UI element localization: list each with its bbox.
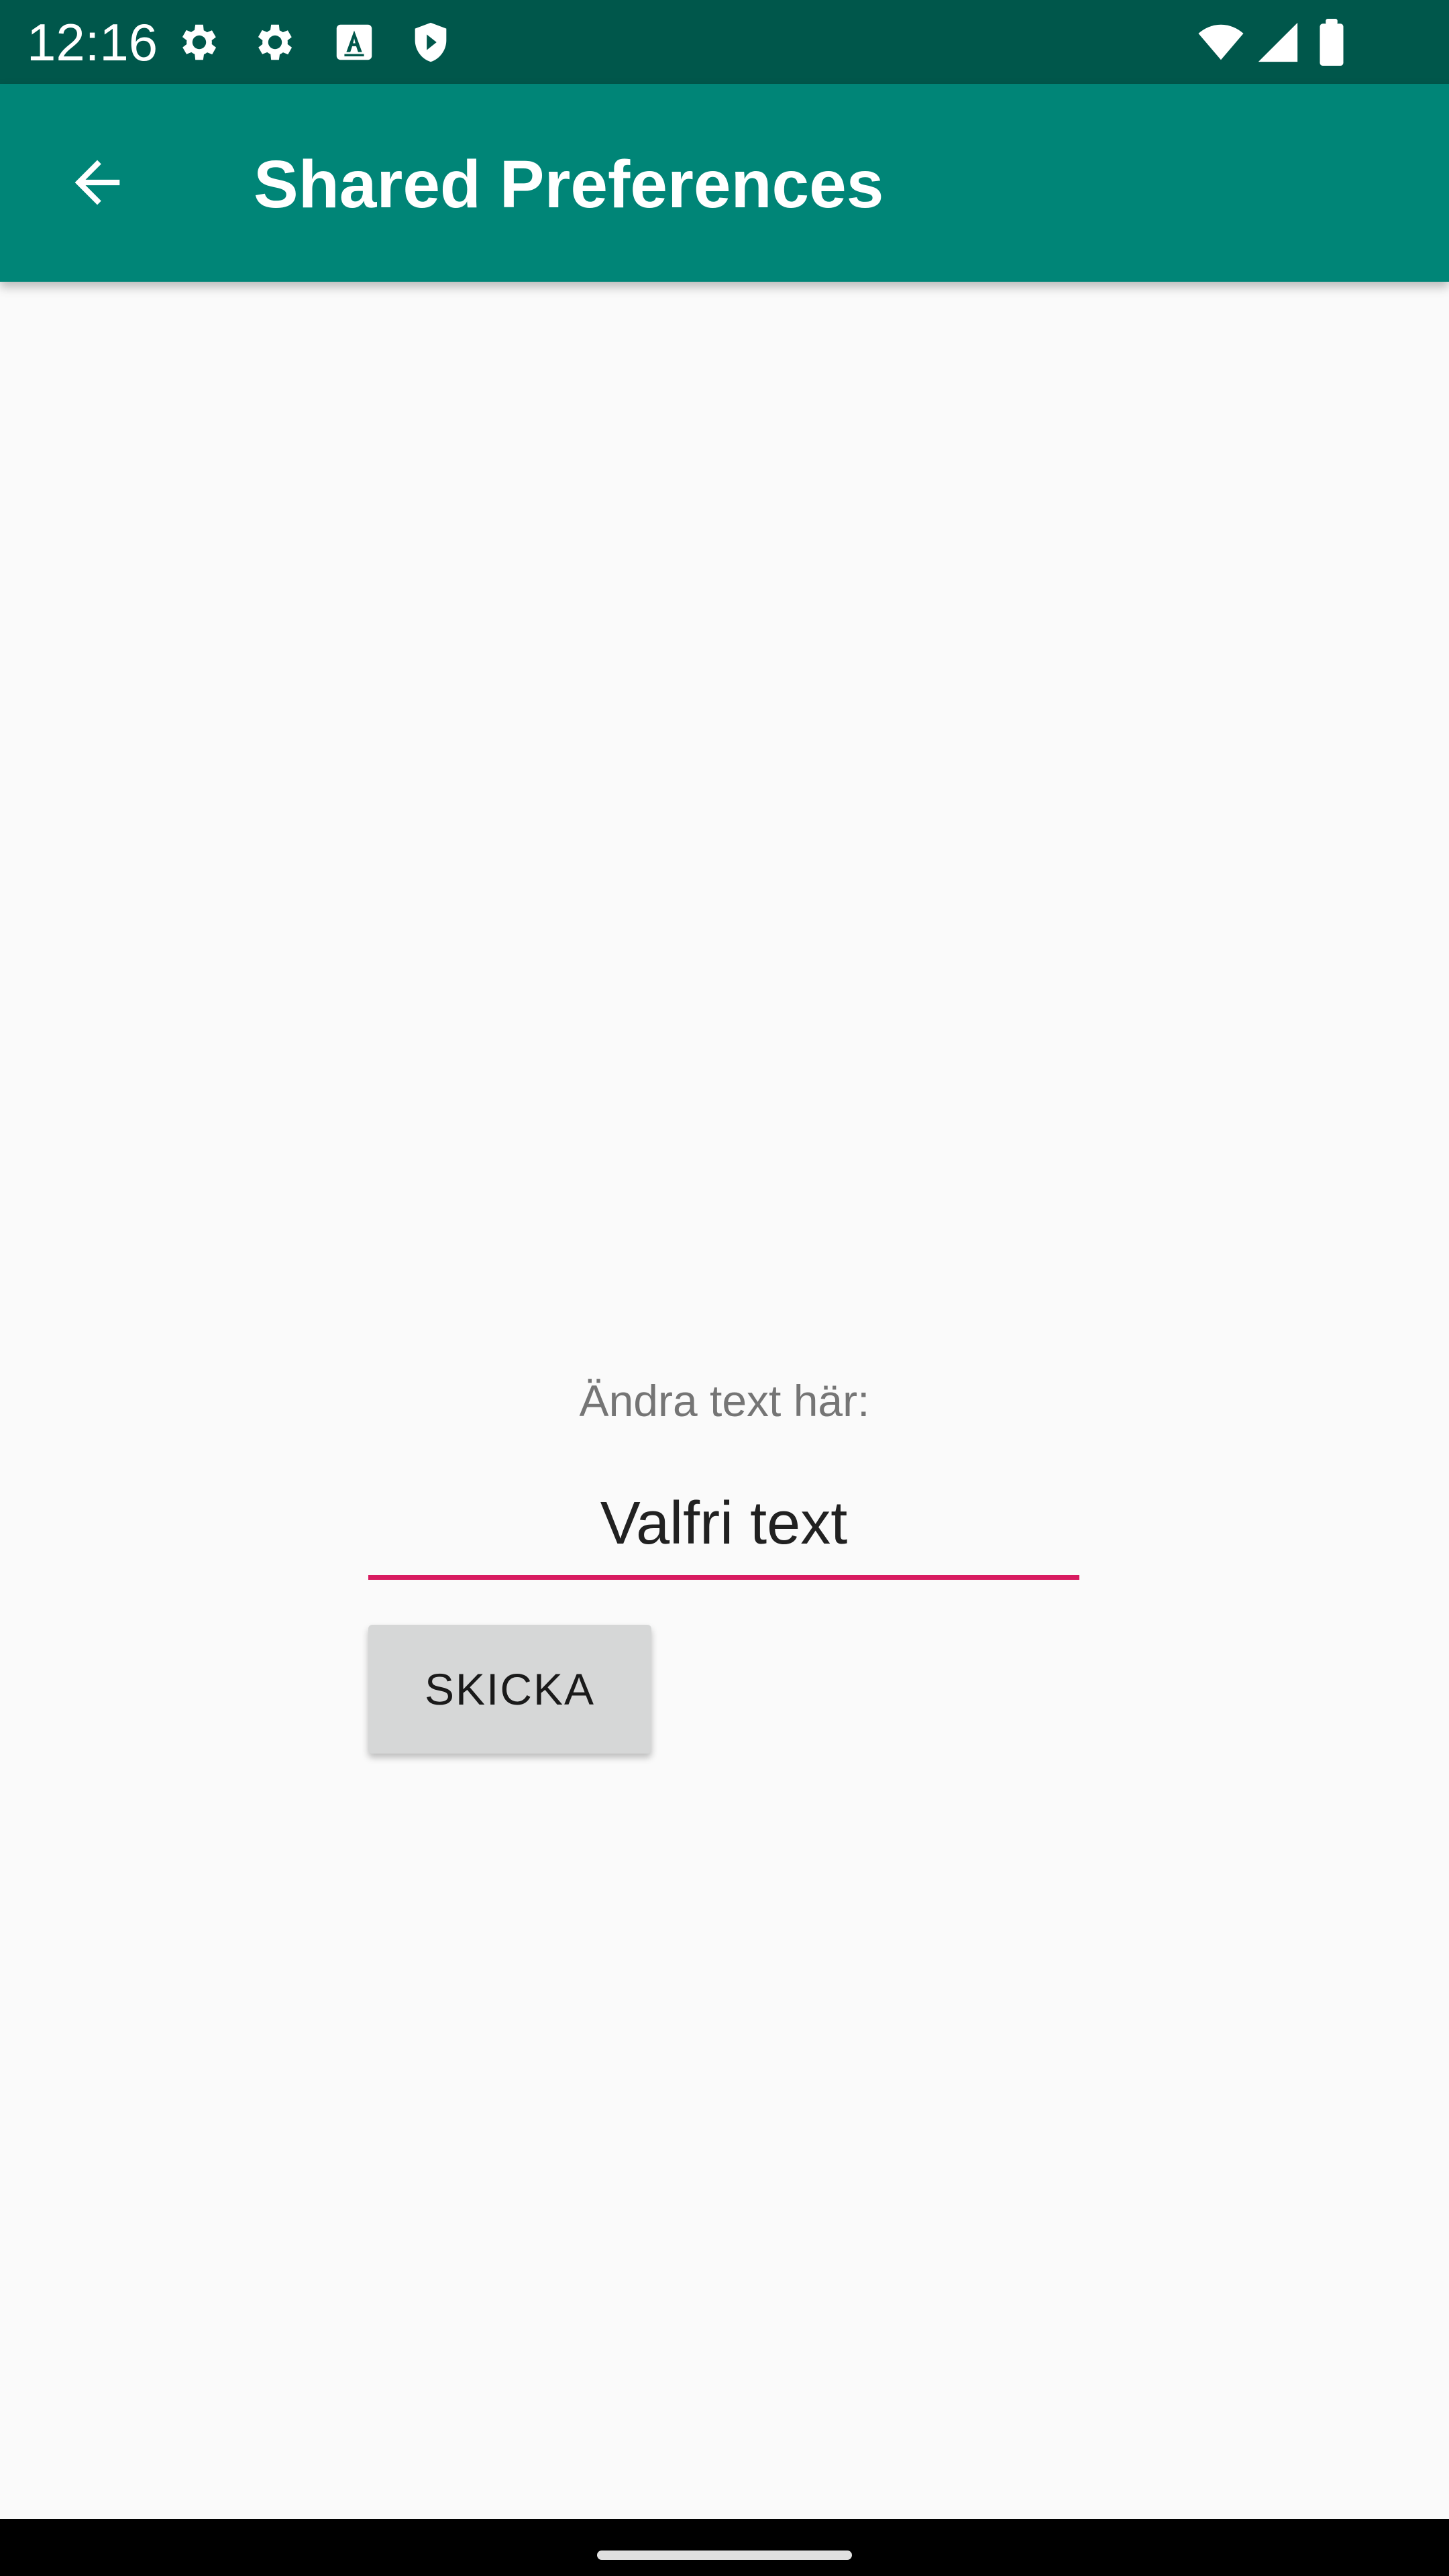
shield-icon bbox=[407, 19, 454, 66]
status-bar: 12:16 bbox=[0, 0, 1449, 84]
battery-icon bbox=[1311, 19, 1352, 66]
text-input[interactable] bbox=[368, 1472, 1079, 1580]
settings-icon bbox=[252, 19, 299, 66]
home-gesture-handle[interactable] bbox=[597, 2551, 852, 2560]
app-bar: Shared Preferences bbox=[0, 84, 1449, 282]
wifi-icon bbox=[1194, 19, 1248, 66]
settings-icon bbox=[176, 19, 223, 66]
back-button[interactable] bbox=[47, 132, 148, 233]
signal-icon bbox=[1254, 19, 1301, 66]
arrow-back-icon bbox=[64, 149, 131, 216]
status-time: 12:16 bbox=[27, 13, 158, 72]
page-title: Shared Preferences bbox=[254, 147, 884, 222]
input-label: Ändra text här: bbox=[579, 1376, 870, 1426]
navigation-bar bbox=[0, 2519, 1449, 2576]
send-button[interactable]: SKICKA bbox=[368, 1625, 651, 1754]
text-a-icon bbox=[331, 19, 378, 66]
